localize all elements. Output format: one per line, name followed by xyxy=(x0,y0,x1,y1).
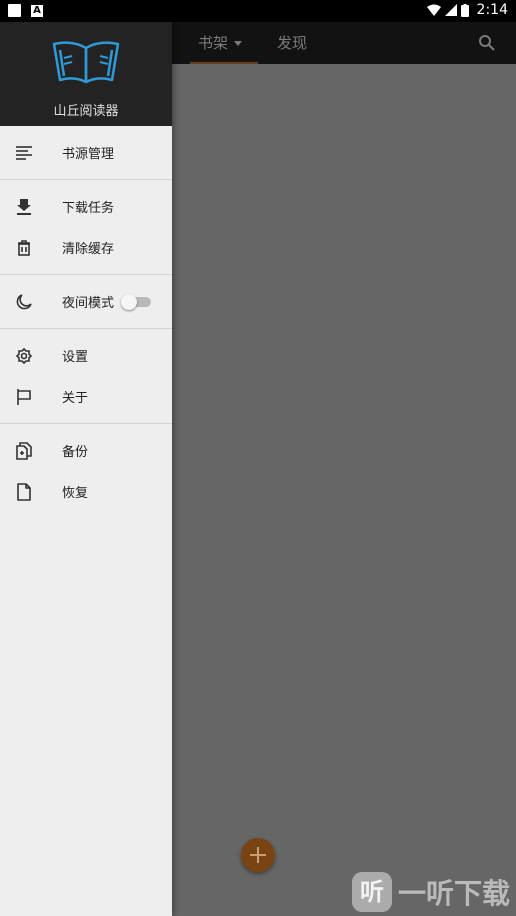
download-icon xyxy=(15,198,33,216)
moon-icon xyxy=(15,293,33,311)
add-book-button[interactable] xyxy=(241,838,275,872)
file-icon xyxy=(15,482,33,501)
menu-item-backup[interactable]: 备份 xyxy=(0,430,172,471)
navigation-drawer: 山丘阅读器 书源管理 下载任务 清除缓存 夜间模式 设置 关于 备份 恢复 xyxy=(0,22,172,916)
tab-bookshelf-label: 书架 xyxy=(198,34,229,52)
menu-item-download-tasks[interactable]: 下载任务 xyxy=(0,186,172,227)
menu-item-night-mode[interactable]: 夜间模式 xyxy=(0,281,172,322)
menu-item-label: 夜间模式 xyxy=(62,296,115,311)
app-name: 山丘阅读器 xyxy=(53,104,119,119)
search-icon[interactable] xyxy=(478,34,496,52)
menu-item-clear-cache[interactable]: 清除缓存 xyxy=(0,227,172,268)
menu-item-label: 设置 xyxy=(62,350,89,365)
toggle-thumb xyxy=(121,294,137,310)
drawer-section-storage: 下载任务 清除缓存 xyxy=(0,180,172,275)
trash-icon xyxy=(15,239,33,257)
night-mode-toggle[interactable] xyxy=(121,294,151,310)
notification-icon xyxy=(8,4,21,17)
flag-icon xyxy=(15,388,33,406)
menu-item-restore[interactable]: 恢复 xyxy=(0,471,172,512)
menu-item-label: 备份 xyxy=(62,445,89,460)
tab-discover[interactable]: 发现 xyxy=(277,22,307,64)
gear-icon xyxy=(15,347,33,365)
menu-item-label: 关于 xyxy=(62,391,89,406)
tab-discover-label: 发现 xyxy=(277,34,308,52)
book-logo-icon xyxy=(52,41,120,84)
drawer-section-sources: 书源管理 xyxy=(0,126,172,180)
drawer-header: 山丘阅读器 xyxy=(0,22,172,126)
clock: 2:14 xyxy=(476,2,508,18)
dropdown-caret-icon xyxy=(234,41,243,46)
signal-icon xyxy=(444,4,457,16)
watermark-text: 一听下载 xyxy=(397,877,510,910)
menu-item-label: 下载任务 xyxy=(62,201,115,216)
watermark: 听 一听下载 xyxy=(351,872,510,912)
drawer-section-backup: 备份 恢复 xyxy=(0,424,172,518)
menu-item-about[interactable]: 关于 xyxy=(0,376,172,417)
menu-item-book-sources[interactable]: 书源管理 xyxy=(0,132,172,173)
status-bar: A 2:14 xyxy=(0,0,516,22)
drawer-section-settings: 设置 关于 xyxy=(0,329,172,424)
menu-item-label: 清除缓存 xyxy=(62,242,115,257)
wifi-icon xyxy=(426,4,441,16)
drawer-section-night: 夜间模式 xyxy=(0,275,172,329)
app-notification-icon: A xyxy=(31,4,43,17)
list-icon xyxy=(15,144,33,162)
menu-item-settings[interactable]: 设置 xyxy=(0,335,172,376)
backup-icon xyxy=(15,441,33,460)
battery-icon xyxy=(460,3,469,17)
menu-item-label: 书源管理 xyxy=(62,147,115,162)
tab-bookshelf[interactable]: 书架 xyxy=(190,22,258,64)
watermark-badge: 听 xyxy=(351,872,392,912)
menu-item-label: 恢复 xyxy=(62,486,89,501)
